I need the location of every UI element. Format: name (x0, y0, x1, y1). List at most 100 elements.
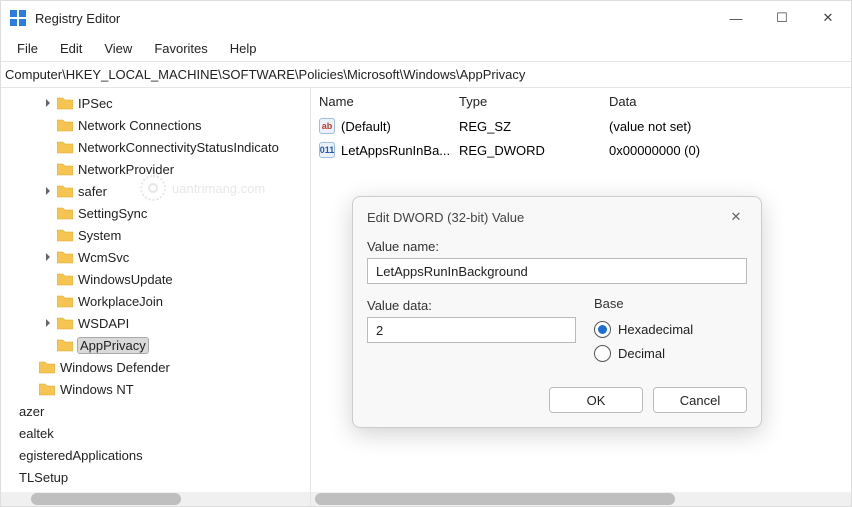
edit-dword-dialog: Edit DWORD (32-bit) Value ✕ Value name: … (352, 196, 762, 428)
expand-chevron-icon (3, 470, 17, 484)
expand-chevron-icon (23, 382, 37, 396)
cancel-button[interactable]: Cancel (653, 387, 747, 413)
tree-item-label: safer (78, 184, 107, 199)
tree-item-label: WindowsUpdate (78, 272, 173, 287)
expand-chevron-icon (41, 228, 55, 242)
column-data[interactable]: Data (609, 94, 851, 109)
tree-item[interactable]: NetworkConnectivityStatusIndicato (3, 136, 308, 158)
tree-item-label: NetworkProvider (78, 162, 174, 177)
tree-item-label: Network Connections (78, 118, 202, 133)
tree-item-label: WorkplaceJoin (78, 294, 163, 309)
expand-chevron-icon[interactable] (41, 96, 55, 110)
value-row[interactable]: 011LetAppsRunInBa...REG_DWORD0x00000000 … (311, 138, 851, 162)
tree-item-label: ealtek (19, 426, 54, 441)
expand-chevron-icon (41, 162, 55, 176)
value-data: 0x00000000 (0) (609, 143, 851, 158)
menu-file[interactable]: File (7, 38, 48, 59)
folder-icon (57, 338, 73, 352)
expand-chevron-icon (3, 426, 17, 440)
ok-button[interactable]: OK (549, 387, 643, 413)
expand-chevron-icon[interactable] (41, 250, 55, 264)
tree-item[interactable]: IPSec (3, 92, 308, 114)
radio-dot-icon (594, 345, 611, 362)
app-icon (9, 9, 27, 27)
column-type[interactable]: Type (459, 94, 609, 109)
tree-item[interactable]: azer (3, 400, 308, 422)
expand-chevron-icon (41, 272, 55, 286)
menu-bar: File Edit View Favorites Help (1, 35, 851, 61)
tree-item[interactable]: ealtek (3, 422, 308, 444)
expand-chevron-icon (41, 118, 55, 132)
dialog-title: Edit DWORD (32-bit) Value (367, 210, 524, 225)
tree-item[interactable]: Network Connections (3, 114, 308, 136)
folder-icon (57, 206, 73, 220)
maximize-button[interactable]: ☐ (759, 1, 805, 35)
minimize-button[interactable]: — (713, 1, 759, 35)
expand-chevron-icon (41, 206, 55, 220)
folder-icon (57, 118, 73, 132)
tree-item-label: SettingSync (78, 206, 147, 221)
menu-edit[interactable]: Edit (50, 38, 92, 59)
menu-view[interactable]: View (94, 38, 142, 59)
tree-item[interactable]: Windows NT (3, 378, 308, 400)
tree-item-label: TLSetup (19, 470, 68, 485)
tree-item[interactable]: System (3, 224, 308, 246)
tree-item[interactable]: NetworkProvider (3, 158, 308, 180)
tree-pane[interactable]: IPSec Network Connections NetworkConnectiv… (1, 88, 311, 506)
radio-hexadecimal-label: Hexadecimal (618, 322, 693, 337)
tree-item[interactable]: AppPrivacy (3, 334, 308, 356)
tree-item-label: AppPrivacy (78, 338, 148, 353)
folder-icon (57, 294, 73, 308)
value-data-input[interactable] (367, 317, 576, 343)
expand-chevron-icon (41, 294, 55, 308)
tree-item[interactable]: Windows Defender (3, 356, 308, 378)
tree-item-label: azer (19, 404, 44, 419)
radio-decimal[interactable]: Decimal (594, 341, 747, 365)
close-button[interactable]: ✕ (805, 1, 851, 35)
expand-chevron-icon (23, 360, 37, 374)
folder-icon (57, 140, 73, 154)
titlebar[interactable]: Registry Editor — ☐ ✕ (1, 1, 851, 35)
values-header[interactable]: Name Type Data (311, 88, 851, 114)
tree-item[interactable]: TLSetup (3, 466, 308, 488)
expand-chevron-icon[interactable] (41, 316, 55, 330)
value-row[interactable]: ab (Default) REG_SZ(value not set) (311, 114, 851, 138)
tree-item[interactable]: safer (3, 180, 308, 202)
folder-icon (39, 382, 55, 396)
radio-hexadecimal[interactable]: Hexadecimal (594, 317, 747, 341)
value-name-label: Value name: (367, 239, 747, 254)
value-data: (value not set) (609, 119, 851, 134)
tree-item[interactable]: WSDAPI (3, 312, 308, 334)
string-value-icon: ab (319, 118, 335, 134)
tree-item[interactable]: SettingSync (3, 202, 308, 224)
tree-item-label: NetworkConnectivityStatusIndicato (78, 140, 279, 155)
menu-help[interactable]: Help (220, 38, 267, 59)
expand-chevron-icon (3, 448, 17, 462)
folder-icon (57, 228, 73, 242)
tree-item[interactable]: WindowsUpdate (3, 268, 308, 290)
value-name: (Default) (341, 119, 391, 134)
column-name[interactable]: Name (319, 94, 459, 109)
folder-icon (57, 162, 73, 176)
tree-item-label: egisteredApplications (19, 448, 143, 463)
tree-item[interactable]: egisteredApplications (3, 444, 308, 466)
folder-icon (39, 360, 55, 374)
tree-item-label: IPSec (78, 96, 113, 111)
value-type: REG_SZ (459, 119, 609, 134)
tree-item-label: WcmSvc (78, 250, 129, 265)
dialog-close-button[interactable]: ✕ (725, 206, 747, 228)
values-horizontal-scrollbar[interactable] (311, 492, 851, 506)
tree-item[interactable]: WcmSvc (3, 246, 308, 268)
folder-icon (57, 250, 73, 264)
address-path: Computer\HKEY_LOCAL_MACHINE\SOFTWARE\Pol… (5, 67, 525, 82)
expand-chevron-icon[interactable] (41, 184, 55, 198)
tree-horizontal-scrollbar[interactable] (1, 492, 310, 506)
folder-icon (57, 316, 73, 330)
value-name: LetAppsRunInBa... (341, 143, 450, 158)
tree-item[interactable]: WorkplaceJoin (3, 290, 308, 312)
menu-favorites[interactable]: Favorites (144, 38, 217, 59)
value-name-input[interactable] (367, 258, 747, 284)
folder-icon (57, 272, 73, 286)
address-bar[interactable]: Computer\HKEY_LOCAL_MACHINE\SOFTWARE\Pol… (1, 61, 851, 87)
window-title: Registry Editor (35, 11, 120, 26)
